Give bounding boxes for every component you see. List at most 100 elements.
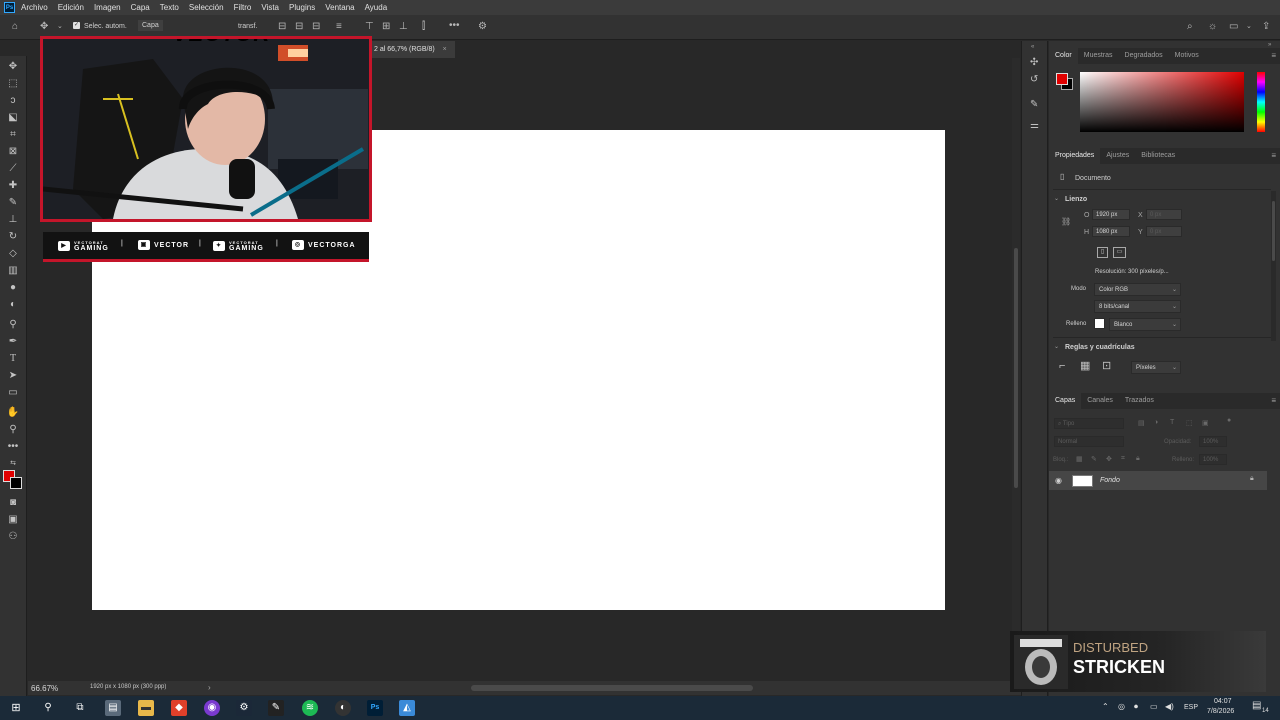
menu-ayuda[interactable]: Ayuda: [365, 3, 388, 12]
rulers-chevron-icon[interactable]: ⌄: [1054, 343, 1059, 350]
marquee-tool-icon[interactable]: ⬚: [6, 77, 20, 91]
move-tool-icon[interactable]: ✥: [6, 60, 20, 74]
tab-ajustes[interactable]: Ajustes: [1100, 148, 1135, 164]
adjust-sliders-icon[interactable]: ⚌: [1030, 120, 1039, 131]
language-indicator[interactable]: ESP: [1184, 704, 1198, 711]
layer-row[interactable]: ◉ Fondo 🔒︎: [1049, 471, 1267, 490]
align-top-icon[interactable]: ⊤: [365, 21, 374, 32]
zoom-level[interactable]: 66.67%: [31, 684, 58, 693]
lock-pixels-icon[interactable]: ✎: [1091, 455, 1097, 463]
auto-select-checkbox[interactable]: ✓: [73, 22, 80, 29]
background-color-swatch[interactable]: [10, 477, 22, 489]
eye-icon[interactable]: ◉: [1055, 476, 1062, 485]
workspace-icon[interactable]: ▭: [1229, 21, 1238, 32]
link-dimensions-icon[interactable]: ⛓: [1061, 217, 1071, 226]
status-chevron-icon[interactable]: ›: [208, 683, 211, 692]
chevron-up-icon[interactable]: ⌃: [1102, 702, 1109, 711]
color-field[interactable]: [1080, 72, 1244, 132]
photoshop-taskbar-icon[interactable]: Ps: [367, 700, 383, 716]
rectangle-tool-icon[interactable]: ▭: [6, 386, 20, 400]
height-field[interactable]: 1080 px: [1092, 226, 1130, 237]
clock-time[interactable]: 04:07: [1214, 698, 1232, 705]
tab-motivos[interactable]: Motivos: [1169, 48, 1205, 64]
color-panel-menu-icon[interactable]: ≡: [1271, 51, 1276, 60]
menu-plugins[interactable]: Plugins: [289, 3, 315, 12]
rulers-section-title[interactable]: Reglas y cuadrículas: [1065, 344, 1135, 351]
steam-icon[interactable]: ⚙: [236, 700, 252, 716]
y-field[interactable]: 0 px: [1146, 226, 1182, 237]
distribute-vertical-icon[interactable]: ⫿: [422, 21, 425, 32]
menu-filtro[interactable]: Filtro: [234, 3, 252, 12]
x-field[interactable]: 0 px: [1146, 209, 1182, 220]
zoom-tool-icon[interactable]: ⚲: [6, 423, 20, 437]
menu-texto[interactable]: Texto: [160, 3, 179, 12]
blend-mode-select[interactable]: Normal: [1054, 436, 1124, 447]
search-icon[interactable]: ⌕: [1187, 21, 1193, 32]
eyedropper-tool-icon[interactable]: ⟋: [6, 162, 20, 176]
tray-app-icon[interactable]: ◎: [1118, 702, 1125, 711]
lock-transparency-icon[interactable]: ▦: [1076, 455, 1083, 463]
show-transform-label[interactable]: transf.: [238, 23, 257, 30]
properties-scrollbar[interactable]: [1271, 191, 1276, 341]
pen-tool-icon[interactable]: ✒: [6, 335, 20, 349]
distribute-icon[interactable]: ≡: [336, 21, 342, 32]
layer-filter-input[interactable]: ⌕ Tipo: [1054, 418, 1124, 429]
menu-vista[interactable]: Vista: [261, 3, 279, 12]
healing-brush-icon[interactable]: ✚: [6, 179, 20, 193]
lightbulb-icon[interactable]: ☼: [1208, 21, 1217, 32]
brush-tool-icon[interactable]: ✎: [6, 196, 20, 210]
tab-muestras[interactable]: Muestras: [1078, 48, 1119, 64]
screen-mode-icon[interactable]: ▣: [6, 513, 20, 527]
landscape-orientation-icon[interactable]: ▭: [1113, 247, 1126, 258]
crop-tool-icon[interactable]: ⌗: [6, 128, 20, 142]
align-left-icon[interactable]: ⊟: [278, 21, 286, 32]
gear-icon[interactable]: ⚙: [478, 21, 487, 32]
filter-smart-icon[interactable]: ▣: [1202, 419, 1209, 427]
app-icon[interactable]: ✎: [268, 700, 284, 716]
history-icon[interactable]: ↺: [1030, 74, 1038, 85]
eraser-tool-icon[interactable]: ◇: [6, 247, 20, 261]
task-view-icon[interactable]: ⧉: [72, 700, 88, 716]
filter-adjust-icon[interactable]: ◑: [1154, 419, 1158, 426]
mode-select[interactable]: Color RGB ⌄: [1094, 283, 1181, 296]
tab-capas[interactable]: Capas: [1049, 393, 1082, 409]
image-app-icon[interactable]: ◭: [399, 700, 415, 716]
collapse-arrows-icon[interactable]: «: [1031, 44, 1034, 50]
fill-color-swatch[interactable]: [1094, 318, 1105, 329]
gradient-tool-icon[interactable]: ▥: [6, 264, 20, 278]
filter-shape-icon[interactable]: ⬚: [1186, 419, 1193, 427]
type-tool-icon[interactable]: T: [6, 352, 20, 366]
windows-start-icon[interactable]: ⊞: [8, 700, 24, 716]
guides-icon[interactable]: ⊡: [1102, 359, 1111, 372]
properties-panel-menu-icon[interactable]: ≡: [1271, 151, 1276, 160]
layers-panel-menu-icon[interactable]: ≡: [1271, 396, 1276, 405]
learn-icon[interactable]: ✣: [1030, 57, 1038, 68]
filter-toggle-icon[interactable]: ●: [1227, 417, 1231, 424]
hand-tool-icon[interactable]: ✋: [6, 406, 20, 420]
clock-date[interactable]: 7/8/2026: [1207, 708, 1234, 715]
quick-mask-icon[interactable]: ◙: [6, 496, 20, 510]
tab-propiedades[interactable]: Propiedades: [1049, 148, 1101, 164]
tab-degradados[interactable]: Degradados: [1119, 48, 1169, 64]
chevron-down-icon[interactable]: ⌄: [57, 22, 63, 30]
swap-colors-icon[interactable]: ⇆: [6, 457, 20, 471]
menu-ventana[interactable]: Ventana: [325, 3, 354, 12]
fill-opacity-field[interactable]: 100%: [1199, 454, 1227, 465]
lasso-tool-icon[interactable]: ↄ: [6, 94, 20, 108]
history-brush-icon[interactable]: ↻: [6, 230, 20, 244]
notification-icon[interactable]: ▤: [1252, 700, 1261, 711]
search-icon[interactable]: ⚲: [40, 700, 56, 716]
object-select-tool-icon[interactable]: ⬕: [6, 111, 20, 125]
ruler-icon[interactable]: ⌐: [1059, 360, 1065, 372]
layer-name[interactable]: Fondo: [1100, 477, 1120, 484]
dodge-tool-icon[interactable]: ◐: [6, 298, 20, 312]
zoom-glass-icon[interactable]: ⚲: [6, 318, 20, 332]
folder-icon[interactable]: ▬: [138, 700, 154, 716]
menu-imagen[interactable]: Imagen: [94, 3, 121, 12]
document-tab[interactable]: 2 al 66,7% (RGB/8) ×: [368, 41, 455, 58]
obs-icon[interactable]: ◐: [335, 700, 351, 716]
chat-app-icon[interactable]: ◉: [204, 700, 220, 716]
tab-canales[interactable]: Canales: [1081, 393, 1119, 409]
filter-pixel-icon[interactable]: ▤: [1138, 419, 1145, 427]
photoshop-logo-icon[interactable]: Ps: [4, 2, 15, 13]
